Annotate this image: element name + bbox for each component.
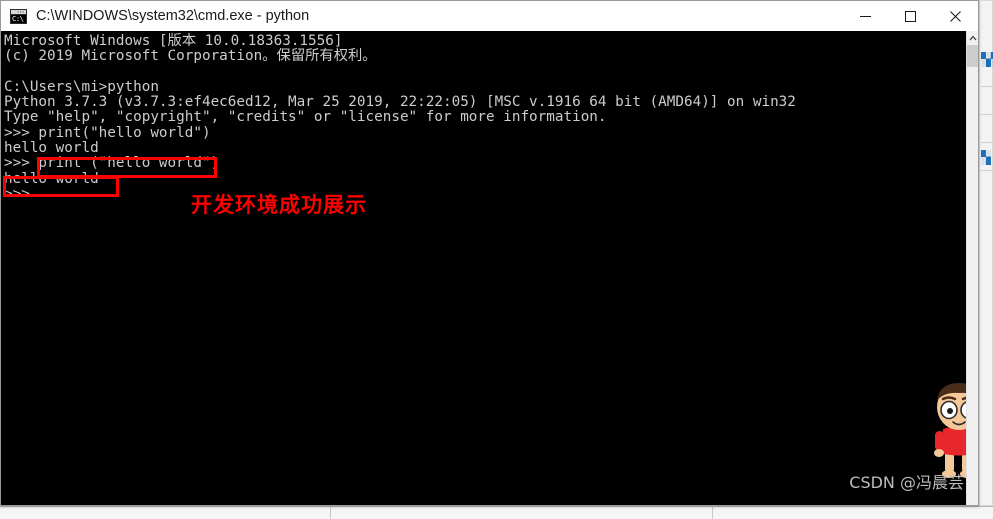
background-rule xyxy=(981,142,993,143)
cmd-exe-icon: ▪▪▪ C:\ xyxy=(10,8,27,24)
window-title: C:\WINDOWS\system32\cmd.exe - python xyxy=(36,8,310,24)
taskbar-strip xyxy=(0,506,993,519)
taskbar-seam xyxy=(330,506,331,519)
scroll-up-arrow-icon[interactable] xyxy=(967,31,978,44)
console-scrollbar[interactable] xyxy=(966,31,978,505)
background-rule xyxy=(981,86,993,87)
background-text-fragment: █░█░█░ xyxy=(981,52,993,67)
window-controls[interactable] xyxy=(843,1,978,31)
close-button[interactable] xyxy=(933,1,978,31)
console-line: Microsoft Windows [版本 10.0.18363.1556] xyxy=(4,33,343,49)
minimize-button[interactable] xyxy=(843,1,888,31)
highlight-box-print-command xyxy=(37,157,217,178)
console-line: >>> print("hello world") xyxy=(4,124,211,141)
background-rule xyxy=(981,170,993,171)
console-line: >>> xyxy=(4,185,39,202)
cmd-icon-dots: ▪▪▪ xyxy=(17,8,25,14)
background-rule xyxy=(981,114,993,115)
console-line: Python 3.7.3 (v3.7.3:ef4ec6ed12, Mar 25 … xyxy=(4,94,796,111)
cmd-icon-prompt: C:\ xyxy=(11,14,26,23)
console-line: Type "help", "copyright", "credits" or "… xyxy=(4,109,607,126)
console-line: hello world xyxy=(4,140,99,157)
annotation-note: 开发环境成功展示 xyxy=(191,193,367,217)
scroll-thumb[interactable] xyxy=(967,45,978,67)
cmd-console-window[interactable]: ▪▪▪ C:\ C:\WINDOWS\system32\cmd.exe - py… xyxy=(0,0,979,506)
highlight-box-output xyxy=(3,176,119,197)
background-text-fragment: █░ ░█ xyxy=(981,150,991,165)
taskbar-top-border xyxy=(0,506,993,507)
background-panel xyxy=(979,0,993,506)
console-line: (c) 2019 Microsoft Corporation。保留所有权利。 xyxy=(4,48,377,65)
window-title-bar[interactable]: ▪▪▪ C:\ C:\WINDOWS\system32\cmd.exe - py… xyxy=(1,1,978,32)
console-line: C:\Users\mi>python xyxy=(4,78,159,95)
csdn-watermark: CSDN @冯晨芸 xyxy=(849,473,964,492)
taskbar-seam xyxy=(712,506,713,519)
maximize-button[interactable] xyxy=(888,1,933,31)
console-output-area[interactable]: Microsoft Windows [版本 10.0.18363.1556] (c… xyxy=(1,31,978,505)
